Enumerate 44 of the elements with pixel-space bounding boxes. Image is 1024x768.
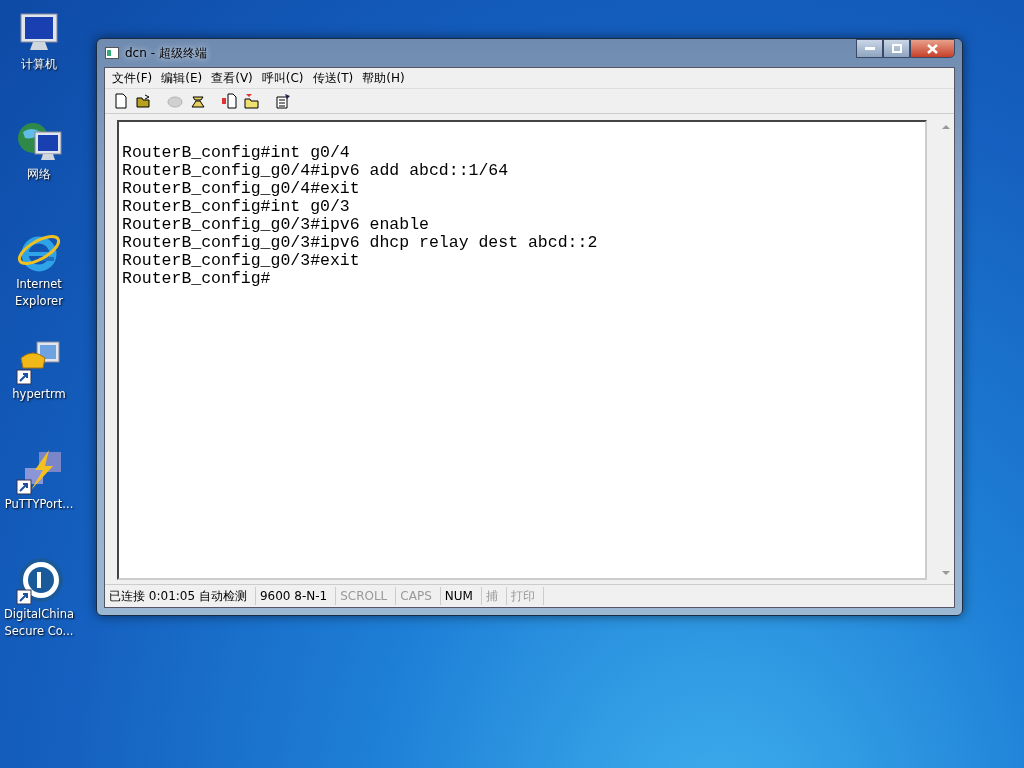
status-indicator: 捕 [481,587,507,605]
desktop-icon-label[interactable]: PuTTYPort... [0,496,78,513]
menu-item[interactable]: 文件(F) [108,69,158,87]
maximize-icon [891,44,902,53]
receive-folder-icon [243,93,260,109]
desktop-icon-label[interactable]: 网络 [0,166,78,183]
terminal-line: RouterB_config_g0/4#exit [122,179,360,198]
menu-item[interactable]: 传送(T) [308,69,359,87]
terminal-line: RouterB_config#int g0/4 [122,143,350,162]
terminal-line: RouterB_config_g0/3#ipv6 dhcp relay dest abcd::2 [122,233,598,252]
terminal-screen[interactable] [117,120,927,580]
terminal-line: RouterB_config_g0/4#ipv6 add abcd::1/64 [122,161,509,180]
desktop-icon-label[interactable]: hypertrm [0,386,78,403]
app-icon [105,47,119,59]
desktop-icon-label[interactable]: Internet Explorer [0,276,78,310]
status-indicator: CAPS [396,587,441,605]
window-title: dcn - 超级终端 [125,44,207,62]
status-indicator: SCROLL [336,587,397,605]
terminal-line: RouterB_config_g0/3#ipv6 enable [122,215,429,234]
page-icon [112,93,129,109]
menu-item[interactable]: 查看(V) [207,69,258,87]
menu-item[interactable]: 编辑(E) [157,69,208,87]
terminal-line: RouterB_config# [122,269,271,288]
minimize-button[interactable] [856,39,883,58]
desktop-icon-label[interactable]: DigitalChina Secure Co... [0,606,78,640]
lightning-monitor-icon[interactable] [15,448,63,496]
menu-item[interactable]: 呼叫(C) [257,69,309,87]
folder-icon [135,93,152,109]
status-indicator: 9600 8-N-1 [255,587,337,605]
close-icon [927,43,938,54]
desktop-icon-label[interactable]: 计算机 [0,56,78,73]
close-button[interactable] [910,39,955,58]
phone-icon [166,93,183,109]
minimize-icon [864,46,875,51]
status-indicator: NUM [440,587,482,605]
maximize-button[interactable] [883,39,910,58]
properties-icon [274,93,291,109]
phone-monitor-icon[interactable] [15,338,63,386]
terminal-line: RouterB_config_g0/3#exit [122,251,360,270]
status-indicator: 打印 [506,587,544,605]
terminal-line: RouterB_config#int g0/3 [122,197,350,216]
send-page-icon [220,93,237,109]
status-indicator: 已连接 0:01:05 自动检测 [105,587,256,605]
menu-item[interactable]: 帮助(H) [358,69,410,87]
